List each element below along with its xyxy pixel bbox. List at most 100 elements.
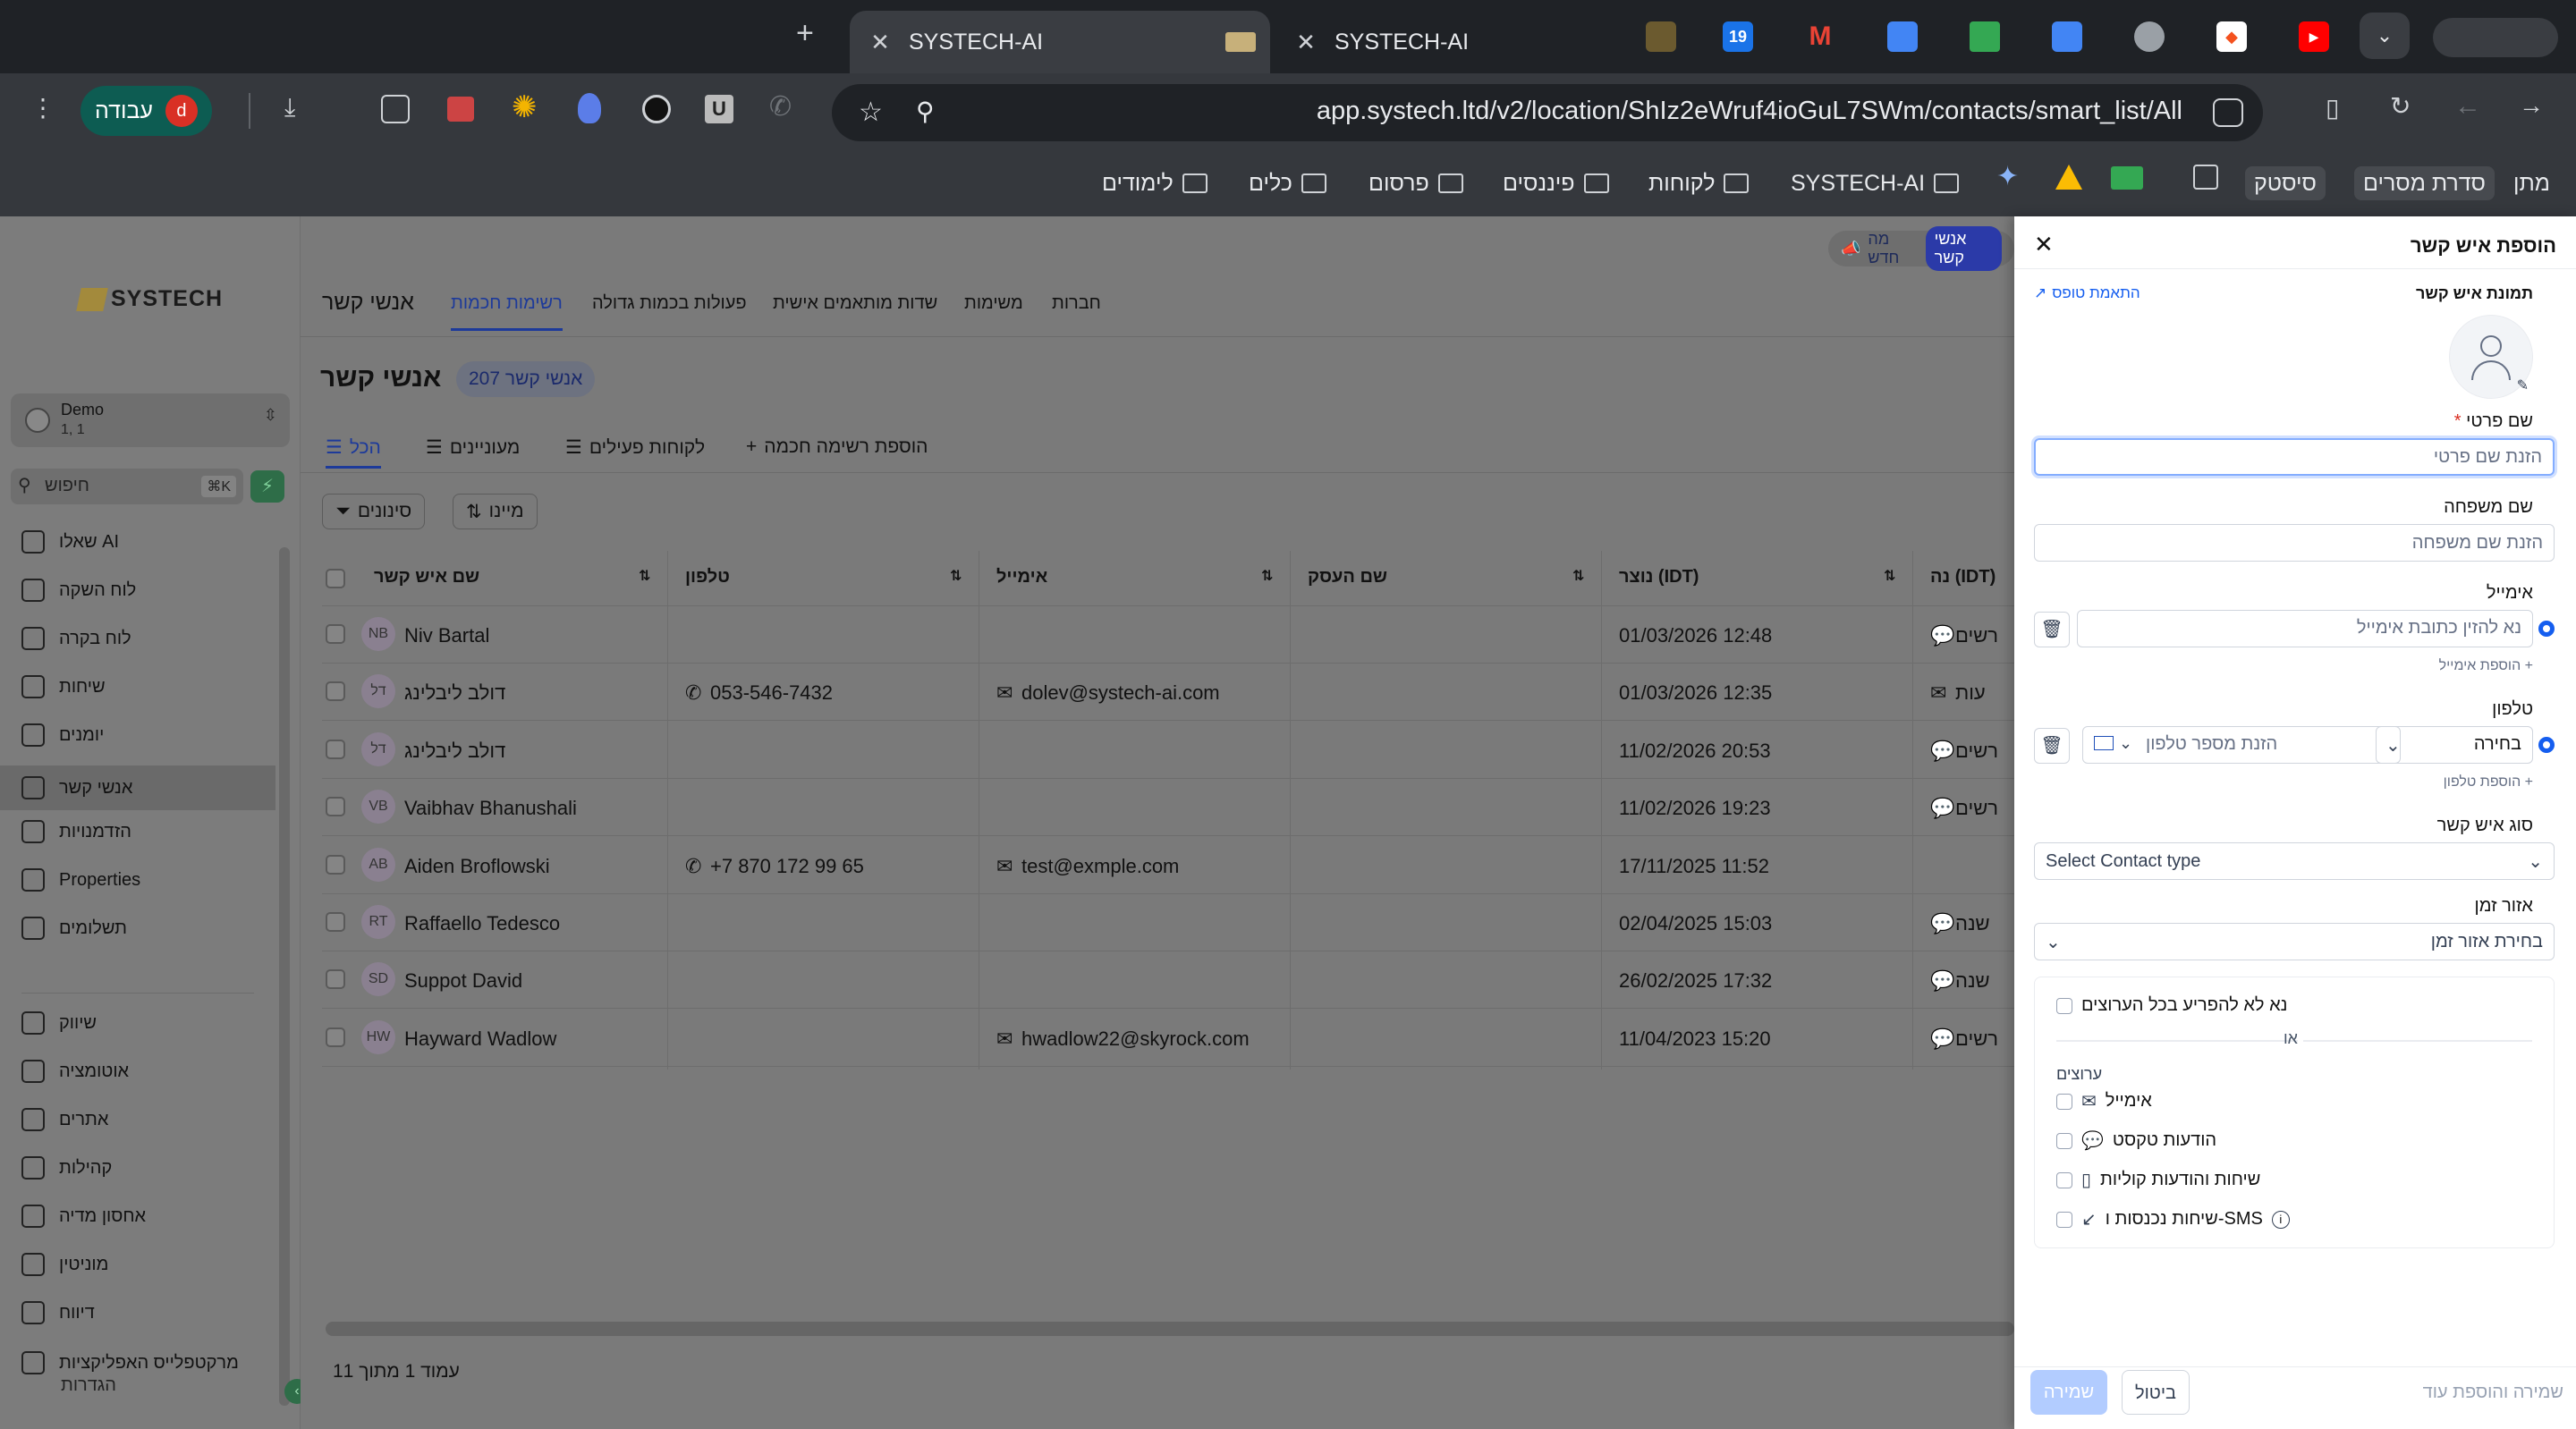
sidebar-item-marketing[interactable]: שיווק [21,1005,272,1041]
channel-row-sms[interactable]: 💬 הודעות טקסט [2056,1129,2216,1152]
sort-icon[interactable]: ⇅ [1261,567,1273,585]
contact-name[interactable]: Raffaello Tedesco [404,912,560,935]
table-row[interactable]: ABAlair Bowle✉abowle28@wordpress.com11/0… [322,1067,2014,1070]
table-row[interactable]: דל דולב ליבלינג ✆ 053-546-7432 ✉ dolev@systec… [322,664,2014,722]
sidebar-item-sparkle[interactable]: שאלו AI [21,524,272,560]
phone-extension-icon[interactable]: ✆ [769,91,792,123]
channel-row-inbound[interactable]: ↙ שיחות נכנסות ו-SMS i [2056,1208,2290,1230]
search-icon[interactable]: ⚲ [916,97,935,126]
sidebar-item-opportunities[interactable]: הזדמנויות [21,814,272,850]
url-text[interactable]: app.systech.ltd/v2/location/ShIz2eWruf4i… [1317,97,2182,126]
contact-email[interactable]: dolev@systech-ai.com [1021,681,1220,705]
calendar-pinned-icon[interactable]: 19 [1723,21,1753,52]
docs-pinned-icon[interactable] [1887,21,1918,52]
email-input[interactable]: נא להזין כתובת אימייל [2077,610,2533,647]
sort-icon[interactable]: ⇅ [639,567,650,585]
contact-name[interactable]: Niv Bartal [404,624,489,647]
tab-1[interactable]: רשימות חכמות [451,293,563,331]
sidebar-item-contacts[interactable]: אנשי קשר [0,765,275,810]
bookmark-folder[interactable]: לימודים [1102,166,1208,200]
primary-phone-radio[interactable] [2538,737,2555,753]
channel-checkbox[interactable] [2056,1211,2072,1228]
site-settings-icon[interactable] [2213,98,2243,127]
tab-0[interactable]: אנשי קשר [322,290,414,316]
drive-pinned-icon[interactable] [1970,21,2000,52]
form-match-link[interactable]: ↗ התאמת טופס [2034,284,2140,302]
extension-icon[interactable] [642,95,671,123]
sidebar-item-dashboard[interactable]: לוח בקרה [21,621,272,656]
horizontal-scrollbar[interactable] [326,1322,2014,1336]
bookmark-item[interactable]: סיסטק [2245,166,2326,200]
sidebar-item-chat[interactable]: שיחות [21,669,272,705]
sidebar-item-payments[interactable]: תשלומים [21,910,272,946]
extensions-icon[interactable] [381,95,410,123]
save-and-add-more-button[interactable]: שמירה והוספת עוד [2423,1382,2563,1403]
row-checkbox[interactable] [326,681,345,702]
account-switcher[interactable]: Demo 1, 1 ⇳ [11,393,290,447]
avatar-upload[interactable]: ✎ [2449,315,2533,399]
first-name-input[interactable]: הזנת שם פרטי [2034,438,2555,476]
bookmark-folder[interactable]: SYSTECH-AI [1791,166,1960,200]
primary-email-radio[interactable] [2538,621,2555,637]
cancel-button[interactable]: ביטול [2122,1370,2190,1415]
row-checkbox[interactable] [326,624,345,644]
table-row[interactable]: AB Aiden Broflowski ✆ +7 870 172 99 65 ✉ test… [322,837,2014,894]
bookmark-folder[interactable]: לקוחות [1648,166,1750,200]
sun-extension-icon[interactable]: ✺ [512,89,538,125]
table-row[interactable]: דל דולב ליבלינג 11/02/2026 20:53 💬 רשים [322,722,2014,779]
column-header[interactable]: טלפון [685,567,730,588]
close-tab-icon[interactable]: ✕ [862,29,898,56]
contact-name[interactable]: Suppot David [404,969,522,993]
sidebar-item-star[interactable]: מוניטין [21,1247,272,1282]
list-tab-2[interactable]: ☰ לקוחות פעילים [565,436,705,459]
delete-email-icon[interactable]: 🗑 [2034,612,2070,647]
contact-phone[interactable]: +7 870 172 99 65 [710,855,864,878]
contact-email[interactable]: test@exmple.com [1021,855,1179,878]
table-row[interactable]: SD Suppot David 26/02/2025 17:32 💬 שנה [322,951,2014,1010]
sidebar-item-chart[interactable]: דיווח [21,1295,272,1331]
quick-action-icon[interactable]: ⚡ [250,470,284,503]
channel-row-email[interactable]: ✉ אימייל [2056,1090,2152,1112]
column-header[interactable]: שם העסק [1308,567,1387,588]
channel-checkbox[interactable] [2056,1171,2072,1188]
add-smart-list-button[interactable]: + הוספת רשימה חכמה [746,436,928,458]
address-bar[interactable]: ☆ ⚲ app.systech.ltd/v2/location/ShIz2eWr… [832,84,2263,141]
new-tab-button[interactable]: + [796,16,814,51]
select-all-checkbox[interactable] [326,569,345,588]
contact-email[interactable]: hwadlow22@skyrock.com [1021,1027,1250,1051]
bookmark-star-icon[interactable]: ☆ [859,97,883,128]
delete-phone-icon[interactable]: 🗑 [2034,728,2070,764]
list-tab-1[interactable]: ☰ מעוניינים [426,436,520,459]
sort-icon[interactable]: ⇅ [1884,567,1895,585]
contact-phone[interactable]: 053-546-7432 [710,681,833,705]
split-view-icon[interactable]: ▯ [2326,93,2339,123]
contact-name[interactable]: Vaibhav Bhanushali [404,797,577,820]
extension-icon[interactable]: U [705,95,733,123]
table-row[interactable]: HW Hayward Wadlow ✉ hwadlow22@skyrock.com 11… [322,1010,2014,1067]
timezone-select[interactable]: בחירת אזור זמן ⌄ [2034,923,2555,960]
dnd-all-checkbox[interactable] [2056,997,2072,1014]
list-tab-0[interactable]: ☰ הכל [326,436,381,469]
contact-name[interactable]: Hayward Wadlow [404,1027,556,1051]
search-input[interactable]: ⚲ חיפוש ⌘K [11,469,243,504]
table-row[interactable]: VB Vaibhav Bhanushali 11/02/2026 19:23 💬 רשי… [322,779,2014,837]
back-icon[interactable]: ← [2454,91,2481,122]
row-checkbox[interactable] [326,1027,345,1047]
browser-tab-active[interactable]: ✕ SYSTECH-AI [850,11,1270,73]
channel-checkbox[interactable] [2056,1093,2072,1110]
tab-4[interactable]: משימות [964,293,1023,314]
contact-type-select[interactable]: Select Contact type ⌄ [2034,842,2555,880]
bookmark-folder[interactable]: פרסום [1368,166,1463,200]
apps-grid-icon[interactable] [2193,165,2218,190]
last-name-input[interactable]: הזנת שם משפחה [2034,524,2555,562]
settings-label[interactable]: הגדרות [61,1375,116,1396]
tab-2[interactable]: פעולות בכמות גדולה [592,293,747,314]
row-checkbox[interactable] [326,969,345,990]
sidebar-item-media[interactable]: אחסון מדיה [21,1198,272,1234]
extension-icon[interactable] [447,97,474,122]
gmail-pinned-icon[interactable]: M [1805,21,1835,52]
sidebar-scrollbar[interactable] [279,547,290,1406]
column-header[interactable]: שם איש קשר [374,567,479,588]
bookmark-item[interactable]: סדרת מסרים [2354,166,2495,200]
table-row[interactable]: NB Niv Bartal 01/03/2026 12:48 💬 רשים [322,606,2014,664]
